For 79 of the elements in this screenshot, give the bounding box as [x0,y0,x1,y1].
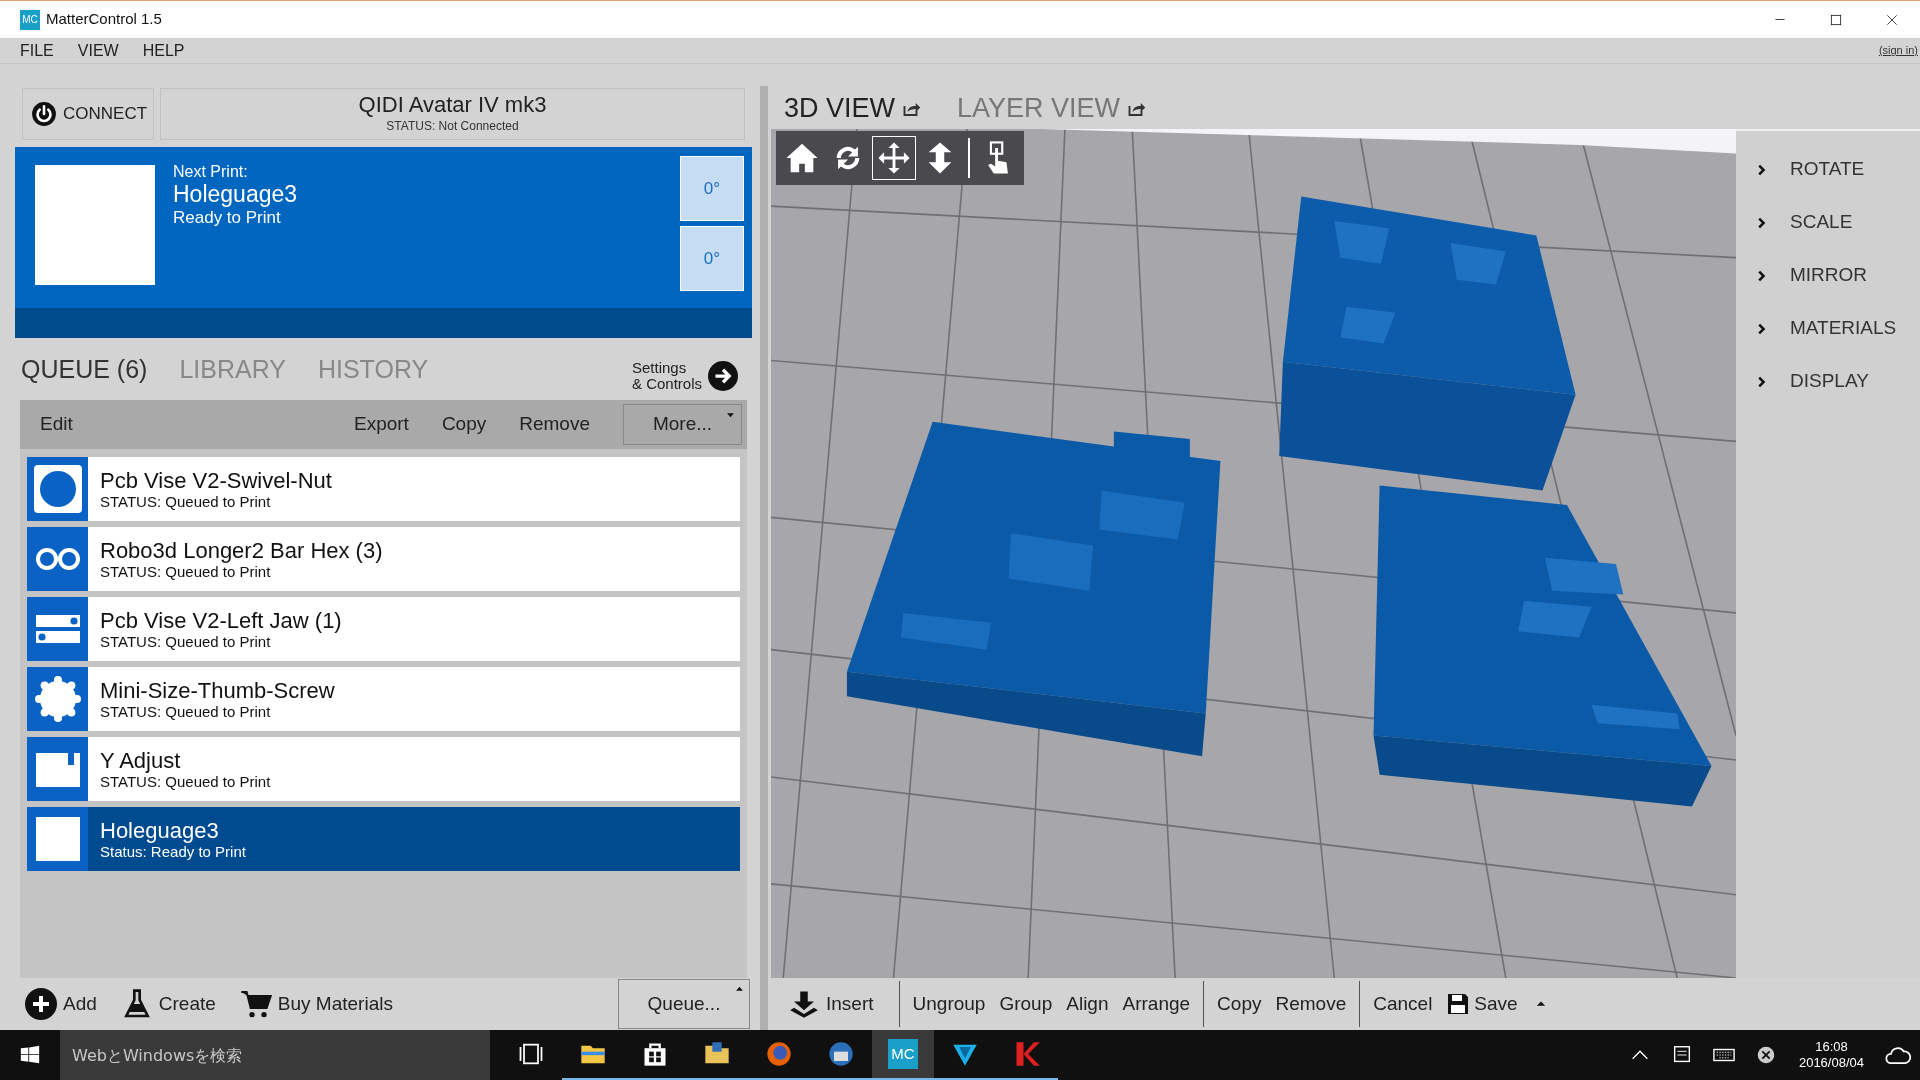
toolbar-button[interactable]: Ungroup [905,989,993,1019]
blank-thumbnail-icon [33,815,82,863]
more-dropdown[interactable]: More... [623,404,742,445]
temperature-readout: 0° [680,156,744,221]
pan-button[interactable] [872,136,916,180]
item-name: Robo3d Longer2 Bar Hex (3) [100,538,383,563]
clock[interactable]: 16:08 2016/08/04 [1786,1039,1876,1071]
save-button[interactable]: Save [1439,989,1553,1019]
side-menu-item[interactable]: ROTATE [1756,143,1920,196]
printer-selector[interactable]: QIDI Avatar IV mk3 STATUS: Not Connected [160,88,745,140]
edit-button[interactable]: Edit [40,410,73,439]
disc-thumbnail-icon [33,465,82,513]
item-name: Pcb Vise V2-Left Jaw (1) [100,608,342,633]
next-print-status: Ready to Print [173,207,282,229]
buy-materials-button[interactable]: Buy Materials [239,988,393,1020]
queue-menu-button[interactable]: Queue... [618,979,750,1029]
menu-item[interactable]: HELP [142,38,185,63]
settings-controls-button[interactable]: Settings & Controls [631,360,738,392]
arrow-right-icon [708,361,738,391]
move-arrows-icon [877,141,911,175]
queue-item[interactable]: Pcb Vise V2-Left Jaw (1) STATUS: Queued to Print [27,597,740,661]
menu-item[interactable]: VIEW [77,38,119,63]
dropdown-caret-icon [726,411,735,420]
item-status: Status: Ready to Print [100,842,246,860]
queue-item[interactable]: Y Adjust STATUS: Queued to Print [27,737,740,801]
toolbar-button[interactable]: Copy [1210,989,1269,1019]
toolbar-button[interactable]: Align [1059,989,1116,1019]
queue-item[interactable]: Pcb Vise V2-Swivel-Nut STATUS: Queued to Print [27,457,740,521]
side-menu-item[interactable]: MATERIALS [1756,302,1920,355]
cart-icon [239,988,272,1020]
queue-item[interactable]: Holeguage3 Status: Ready to Print [27,807,740,871]
add-button[interactable]: Add [25,988,97,1020]
side-menu-item[interactable]: MIRROR [1756,249,1920,302]
tab[interactable]: QUEUE (6) [21,350,148,388]
queue-action-button[interactable]: Export [353,410,409,439]
toolbar-button[interactable]: Remove [1268,989,1354,1019]
side-menu-item[interactable]: SCALE [1756,196,1920,249]
printer-name: QIDI Avatar IV mk3 [358,93,547,117]
item-name: Mini-Size-Thumb-Screw [100,678,335,703]
view-tab[interactable]: 3D VIEW [784,88,922,129]
minimize-icon [1773,19,1787,20]
item-name: Holeguage3 [100,818,220,843]
item-status: STATUS: Queued to Print [100,702,272,720]
connect-button[interactable]: CONNECT [22,88,154,140]
side-menu-item[interactable]: DISPLAY [1756,355,1920,408]
caret-up-icon [735,984,744,993]
globe-fox-icon [765,1040,793,1068]
menu-item[interactable]: FILE [20,38,54,63]
next-print-label: Next Print: [173,163,249,181]
create-button[interactable]: Create [120,988,216,1020]
queue-item[interactable]: Mini-Size-Thumb-Screw STATUS: Queued to Print [27,667,740,731]
windows-logo-icon [20,1045,40,1065]
sign-in-link[interactable]: (sign in) [1878,42,1918,59]
home-icon [785,141,819,175]
toolbar-button[interactable]: Group [992,989,1060,1019]
bird-envelope-icon [827,1040,855,1068]
temperature-readout: 0° [680,226,744,291]
queue-action-button[interactable]: Remove [519,410,590,439]
queue-action-button[interactable]: Copy [441,410,487,439]
plus-icon [25,988,57,1020]
queue-item[interactable]: Robo3d Longer2 Bar Hex (3) STATUS: Queued to Print [27,527,740,591]
gear-thumbnail-icon [33,675,82,723]
toolbar-button[interactable]: Arrange [1115,989,1198,1019]
window-title: MatterControl 1.5 [46,9,162,30]
search-field[interactable]: WebとWindowsを検索 [60,1030,490,1080]
3d-viewport[interactable] [771,129,1736,978]
item-status: STATUS: Queued to Print [100,632,272,650]
insert-button[interactable]: Insert [779,989,881,1019]
power-icon [31,101,57,127]
next-print-name: Holeguage3 [173,181,299,207]
item-name: Pcb Vise V2-Swivel-Nut [100,468,332,493]
item-name: Y Adjust [100,748,182,773]
app-logo: MC [20,9,40,30]
toolbar-button[interactable]: Cancel [1366,989,1440,1019]
item-status: STATUS: Queued to Print [100,772,271,790]
printer-status: STATUS: Not Connected [386,118,519,135]
item-status: STATUS: Queued to Print [100,492,272,510]
item-status: STATUS: Queued to Print [100,562,272,580]
caret-up-icon [1535,999,1546,1009]
